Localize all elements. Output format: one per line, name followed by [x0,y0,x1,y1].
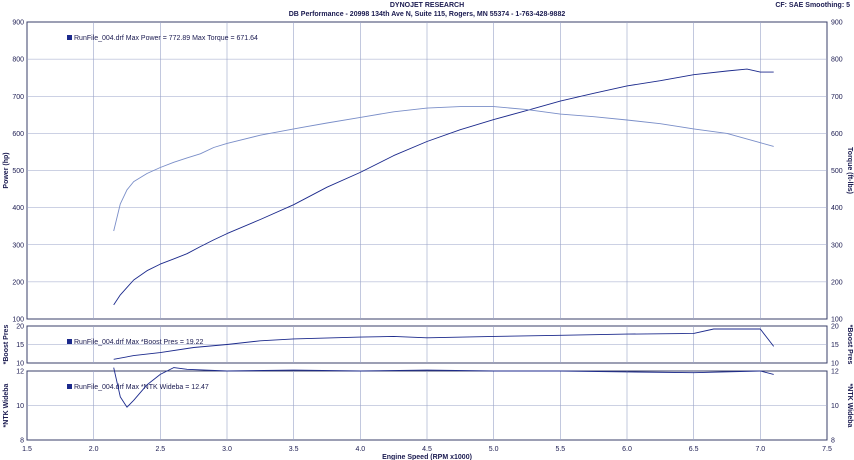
legend-swatch [67,339,72,344]
y-tick-label-right: 10 [831,403,839,410]
y-tick-label: 8 [20,438,24,445]
y-axis-label-right: *Boost Pres [846,325,853,365]
y-tick-label-right: 12 [831,369,839,376]
y-tick-label-right: 100 [831,317,843,324]
x-tick-label: 4.0 [355,446,365,453]
y-tick-label: 700 [12,94,24,101]
y-tick-label: 200 [12,279,24,286]
x-tick-label: 4.5 [422,446,432,453]
legend-text: RunFile_004.drf Max Power = 772.89 Max T… [74,35,258,42]
y-tick-label: 10 [16,403,24,410]
x-tick-label: 7.0 [755,446,765,453]
x-tick-label: 1.5 [22,446,32,453]
legend-text: RunFile_004.drf Max *NTK Wideba = 12.47 [74,384,209,391]
y-tick-label: 15 [16,342,24,349]
y-tick-label: 900 [12,20,24,27]
y-tick-label: 300 [12,242,24,249]
y-tick-label-right: 700 [831,94,843,101]
y-tick-label: 12 [16,369,24,376]
y-tick-label: 800 [12,57,24,64]
y-tick-label: 100 [12,317,24,324]
y-tick-label: 500 [12,168,24,175]
y-tick-label-right: 300 [831,242,843,249]
y-axis-label-right: *NTK Wideba [846,384,853,428]
x-axis-label: Engine Speed (RPM x1000) [382,454,472,460]
y-tick-label-right: 8 [831,438,835,445]
y-axis-label: Power (hp) [3,152,10,188]
x-tick-label: 6.0 [622,446,632,453]
y-tick-label-right: 200 [831,279,843,286]
y-tick-label-right: 900 [831,20,843,27]
y-tick-label-right: 600 [831,131,843,138]
y-tick-label-right: 10 [831,361,839,368]
y-tick-label: 20 [16,324,24,331]
x-tick-label: 3.5 [289,446,299,453]
y-tick-label-right: 400 [831,205,843,212]
y-tick-label-right: 20 [831,324,839,331]
y-axis-label: *NTK Wideba [3,383,10,427]
legend-swatch [67,35,72,40]
y-tick-label: 10 [16,361,24,368]
y-tick-label-right: 500 [831,168,843,175]
x-tick-label: 5.5 [555,446,565,453]
legend-swatch [67,384,72,389]
legend-text: RunFile_004.drf Max *Boost Pres = 19.22 [74,339,203,346]
x-tick-label: 3.0 [222,446,232,453]
dyno-chart-stage: DYNOJET RESEARCH DB Performance - 20998 … [0,0,854,460]
y-axis-label: *Boost Pres [3,325,10,365]
y-tick-label-right: 15 [831,342,839,349]
x-tick-label: 2.5 [155,446,165,453]
x-tick-label: 6.5 [689,446,699,453]
y-axis-label-right: Torque (ft-lbs) [846,147,853,194]
y-tick-label: 600 [12,131,24,138]
dyno-chart: 100 100 200 200 300 300 400 400 500 500 600 600 700 7… [3,20,853,460]
y-tick-label: 400 [12,205,24,212]
x-tick-label: 5.0 [489,446,499,453]
x-tick-label: 2.0 [89,446,99,453]
x-tick-label: 7.5 [822,446,832,453]
y-tick-label-right: 800 [831,57,843,64]
